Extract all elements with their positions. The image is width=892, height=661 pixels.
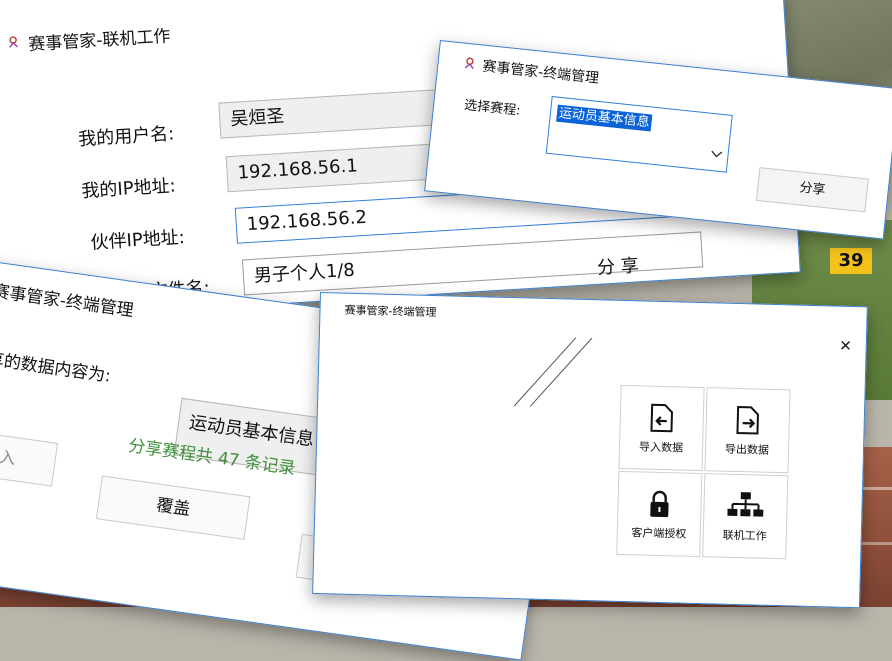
tile-import-data[interactable]: 导入数据 — [618, 384, 705, 472]
tile-label: 联机工作 — [722, 528, 767, 543]
window-title: 赛事管家-终端管理 — [344, 303, 437, 320]
export-document-icon — [736, 405, 759, 435]
tile-label: 导出数据 — [724, 442, 770, 457]
my-ip-label: 我的IP地址: — [80, 175, 177, 203]
tile-export-data[interactable]: 导出数据 — [704, 387, 791, 474]
chevron-down-icon[interactable] — [710, 150, 723, 159]
tile-label: 客户端授权 — [631, 526, 687, 541]
share-button-partial[interactable]: 分 享 — [596, 251, 640, 279]
network-icon — [727, 492, 764, 517]
tile-client-authorization[interactable]: 客户端授权 — [616, 470, 703, 558]
content-label: 享的数据内容为: — [0, 349, 112, 387]
overwrite-button[interactable]: 覆盖 — [95, 475, 251, 540]
schedule-selected-value: 运动员基本信息 — [556, 104, 653, 132]
app-logo-icon — [9, 36, 19, 48]
tile-online-work[interactable]: 联机工作 — [702, 473, 789, 560]
username-label: 我的用户名: — [77, 123, 175, 151]
tile-label: 导入数据 — [638, 440, 684, 455]
decorative-lines — [513, 337, 593, 407]
window-title: 赛事管家-终端管理 — [481, 58, 600, 87]
share-button[interactable]: 分享 — [755, 167, 869, 213]
close-icon[interactable]: ✕ — [839, 337, 852, 355]
import-button[interactable]: 导入 — [0, 427, 59, 487]
app-logo-icon — [464, 57, 474, 70]
schedule-select[interactable]: 运动员基本信息 — [545, 95, 733, 173]
select-schedule-label: 选择赛程: — [463, 97, 522, 119]
import-document-icon — [650, 403, 673, 433]
terminal-management-window: 赛事管家-终端管理 ✕ 导入数据 导出数据 客户端授权 联机工作 — [312, 292, 868, 609]
partner-ip-label: 伙伴IP地址: — [90, 226, 186, 254]
background-bib-right: 39 — [830, 248, 872, 274]
window-title: 赛事管家-终端管理 — [0, 281, 135, 322]
lock-icon — [650, 490, 669, 518]
window-title: 赛事管家-联机工作 — [27, 26, 171, 56]
